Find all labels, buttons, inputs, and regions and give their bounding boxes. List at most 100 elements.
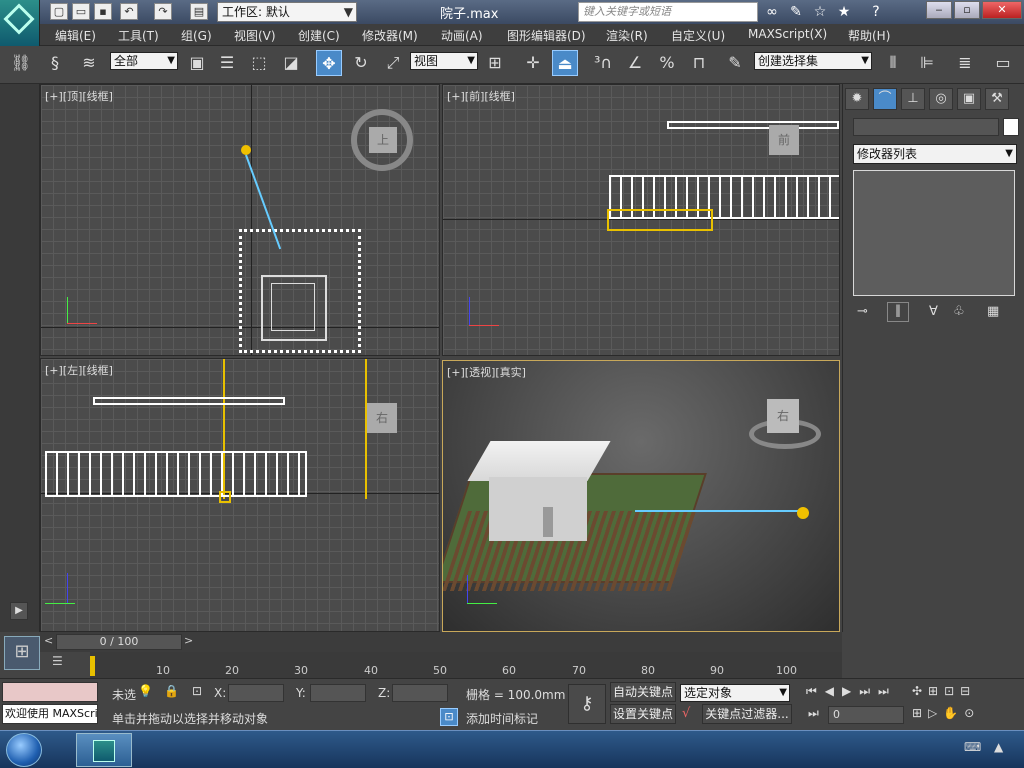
modify-tab-icon[interactable]: ⌒ bbox=[873, 88, 897, 110]
menu-help[interactable]: 帮助(H) bbox=[848, 27, 890, 44]
search-input[interactable]: 键入关键字或短语 bbox=[578, 2, 758, 22]
menu-create[interactable]: 创建(C) bbox=[298, 27, 340, 44]
pin-stack-icon[interactable]: ⊸ bbox=[857, 304, 868, 319]
viewport-nav-controls-top[interactable]: ✣⊞⊡⊟ bbox=[912, 684, 976, 698]
project-folder-icon[interactable]: ▤ bbox=[190, 3, 208, 20]
viewcube[interactable]: 上 bbox=[369, 127, 397, 153]
manipulate-icon[interactable]: ✛ bbox=[520, 50, 546, 76]
workspace-dropdown[interactable]: 工作区: 默认 ▼ bbox=[217, 2, 357, 22]
edit-named-selection-icon[interactable]: ✎ bbox=[722, 50, 748, 76]
save-file-icon[interactable]: ▪ bbox=[94, 3, 112, 20]
rectangular-selection-icon[interactable]: ⬚ bbox=[246, 50, 272, 76]
make-unique-icon[interactable]: ∀ bbox=[929, 304, 938, 319]
menu-tools[interactable]: 工具(T) bbox=[118, 27, 159, 44]
viewport-top[interactable]: [+][顶][线框] 上 bbox=[40, 84, 440, 356]
lock-selection-icon[interactable]: 🔒 bbox=[164, 684, 179, 698]
show-end-result-icon[interactable]: ‖ bbox=[887, 302, 909, 322]
key-mode-dropdown[interactable]: 选定对象 ▼ bbox=[680, 684, 790, 702]
keyboard-shortcut-override-icon[interactable]: ⏏ bbox=[552, 50, 578, 76]
pivot-center-icon[interactable]: ⊞ bbox=[482, 50, 508, 76]
open-file-icon[interactable]: ▭ bbox=[72, 3, 90, 20]
playback-controls[interactable]: ⏮◀▶⏭⏭ bbox=[806, 684, 897, 699]
viewport-front-label[interactable]: [+][前][线框] bbox=[447, 88, 515, 104]
binoculars-icon[interactable]: ∞ bbox=[762, 3, 782, 21]
snaps-toggle-icon[interactable]: ³∩ bbox=[590, 50, 616, 76]
set-key-button[interactable]: 设置关键点 bbox=[610, 704, 676, 724]
utilities-tab-icon[interactable]: ⚒ bbox=[985, 88, 1009, 110]
maximize-button[interactable]: ▫ bbox=[954, 1, 980, 19]
help-icon[interactable]: ? bbox=[866, 3, 886, 21]
selected-point[interactable] bbox=[219, 491, 231, 503]
maxscript-mini-listener[interactable]: 欢迎使用 MAXScri bbox=[2, 704, 98, 724]
graphite-toolbar-icon[interactable]: ▭ bbox=[990, 50, 1016, 76]
viewcube[interactable]: 右 bbox=[367, 403, 397, 433]
favorites-icon[interactable]: ★ bbox=[834, 3, 854, 21]
light-icon[interactable] bbox=[797, 507, 809, 519]
prev-frame-icon[interactable]: < bbox=[44, 634, 53, 647]
configure-modifier-sets-icon[interactable]: ▦ bbox=[987, 304, 999, 319]
absolute-mode-icon[interactable]: ⊡ bbox=[192, 684, 202, 698]
viewport-layout-icon[interactable]: ⊞ bbox=[4, 636, 40, 670]
time-marker[interactable] bbox=[90, 656, 95, 676]
time-tag-icon[interactable]: ⊡ bbox=[440, 708, 458, 726]
menu-animation[interactable]: 动画(A) bbox=[441, 27, 483, 44]
maxscript-mini-listener-top[interactable] bbox=[2, 682, 98, 702]
viewcube[interactable]: 前 bbox=[769, 125, 799, 155]
angle-snap-icon[interactable]: ∠ bbox=[622, 50, 648, 76]
communication-icon[interactable]: ✎ bbox=[786, 3, 806, 21]
isolate-selection-icon[interactable]: 💡 bbox=[138, 684, 153, 698]
selection-filter-dropdown[interactable]: 全部 ▼ bbox=[110, 52, 178, 70]
menu-customize[interactable]: 自定义(U) bbox=[671, 27, 725, 44]
menu-rendering[interactable]: 渲染(R) bbox=[606, 27, 648, 44]
percent-snap-icon[interactable]: % bbox=[654, 50, 680, 76]
menu-group[interactable]: 组(G) bbox=[181, 27, 212, 44]
create-tab-icon[interactable]: ✹ bbox=[845, 88, 869, 110]
display-tab-icon[interactable]: ▣ bbox=[957, 88, 981, 110]
spinner-snap-icon[interactable]: ⊓ bbox=[686, 50, 712, 76]
unlink-icon[interactable]: § bbox=[42, 50, 68, 76]
current-frame-field[interactable]: 0 bbox=[828, 706, 904, 724]
object-name-field[interactable] bbox=[853, 118, 999, 136]
minimize-button[interactable]: ‒ bbox=[926, 1, 952, 19]
redo-icon[interactable]: ↷ bbox=[154, 3, 172, 20]
frame-counter[interactable]: 0 / 100 bbox=[56, 634, 182, 650]
viewport-perspective[interactable]: [+][透视][真实] 右 bbox=[442, 360, 840, 632]
menu-maxscript[interactable]: MAXScript(X) bbox=[748, 27, 827, 41]
viewcube[interactable]: 右 bbox=[767, 399, 799, 433]
track-bar[interactable] bbox=[90, 652, 842, 678]
select-and-move-icon[interactable]: ✥ bbox=[316, 50, 342, 76]
object-color-swatch[interactable] bbox=[1003, 118, 1019, 136]
select-object-icon[interactable]: ▣ bbox=[184, 50, 210, 76]
select-and-scale-icon[interactable]: ⤢ bbox=[380, 50, 406, 76]
named-selection-dropdown[interactable]: 创建选择集 ▼ bbox=[754, 52, 872, 70]
close-button[interactable]: ✕ bbox=[982, 1, 1022, 19]
remove-modifier-icon[interactable]: ♧ bbox=[953, 304, 965, 319]
mirror-icon[interactable]: ⫴ bbox=[880, 50, 906, 76]
key-icon[interactable]: ⚷ bbox=[568, 684, 606, 724]
z-coordinate-field[interactable] bbox=[392, 684, 448, 702]
y-coordinate-field[interactable] bbox=[310, 684, 366, 702]
align-icon[interactable]: ⊫ bbox=[914, 50, 940, 76]
auto-key-button[interactable]: 自动关键点 bbox=[610, 682, 676, 702]
viewport-nav-controls-bottom[interactable]: ⊞▷✋⊙ bbox=[912, 706, 980, 720]
selected-ground[interactable] bbox=[607, 209, 713, 231]
menu-graph-editors[interactable]: 图形编辑器(D) bbox=[507, 27, 586, 44]
app-menu-button[interactable] bbox=[0, 0, 40, 46]
expand-panel-button[interactable]: ▶ bbox=[10, 602, 28, 620]
next-frame-icon[interactable]: > bbox=[184, 634, 193, 647]
menu-edit[interactable]: 编辑(E) bbox=[55, 27, 96, 44]
key-mode-toggle-icon[interactable]: ⏭ bbox=[808, 706, 819, 721]
key-filters-button[interactable]: 关键点过滤器... bbox=[702, 704, 792, 724]
layer-manager-icon[interactable]: ≣ bbox=[952, 50, 978, 76]
motion-tab-icon[interactable]: ◎ bbox=[929, 88, 953, 110]
link-icon[interactable]: ⛓ bbox=[8, 50, 34, 76]
viewport-left-label[interactable]: [+][左][线框] bbox=[45, 362, 113, 378]
taskbar-3dsmax-button[interactable] bbox=[76, 733, 132, 767]
tray-expand-icon[interactable]: ▲ bbox=[994, 740, 1003, 754]
select-by-name-icon[interactable]: ☰ bbox=[214, 50, 240, 76]
bind-spacewarp-icon[interactable]: ≋ bbox=[76, 50, 102, 76]
select-and-rotate-icon[interactable]: ↻ bbox=[348, 50, 374, 76]
star-icon[interactable]: ☆ bbox=[810, 3, 830, 21]
viewport-front[interactable]: [+][前][线框] 前 bbox=[442, 84, 840, 356]
modifier-list-dropdown[interactable]: 修改器列表 ▼ bbox=[853, 144, 1017, 164]
